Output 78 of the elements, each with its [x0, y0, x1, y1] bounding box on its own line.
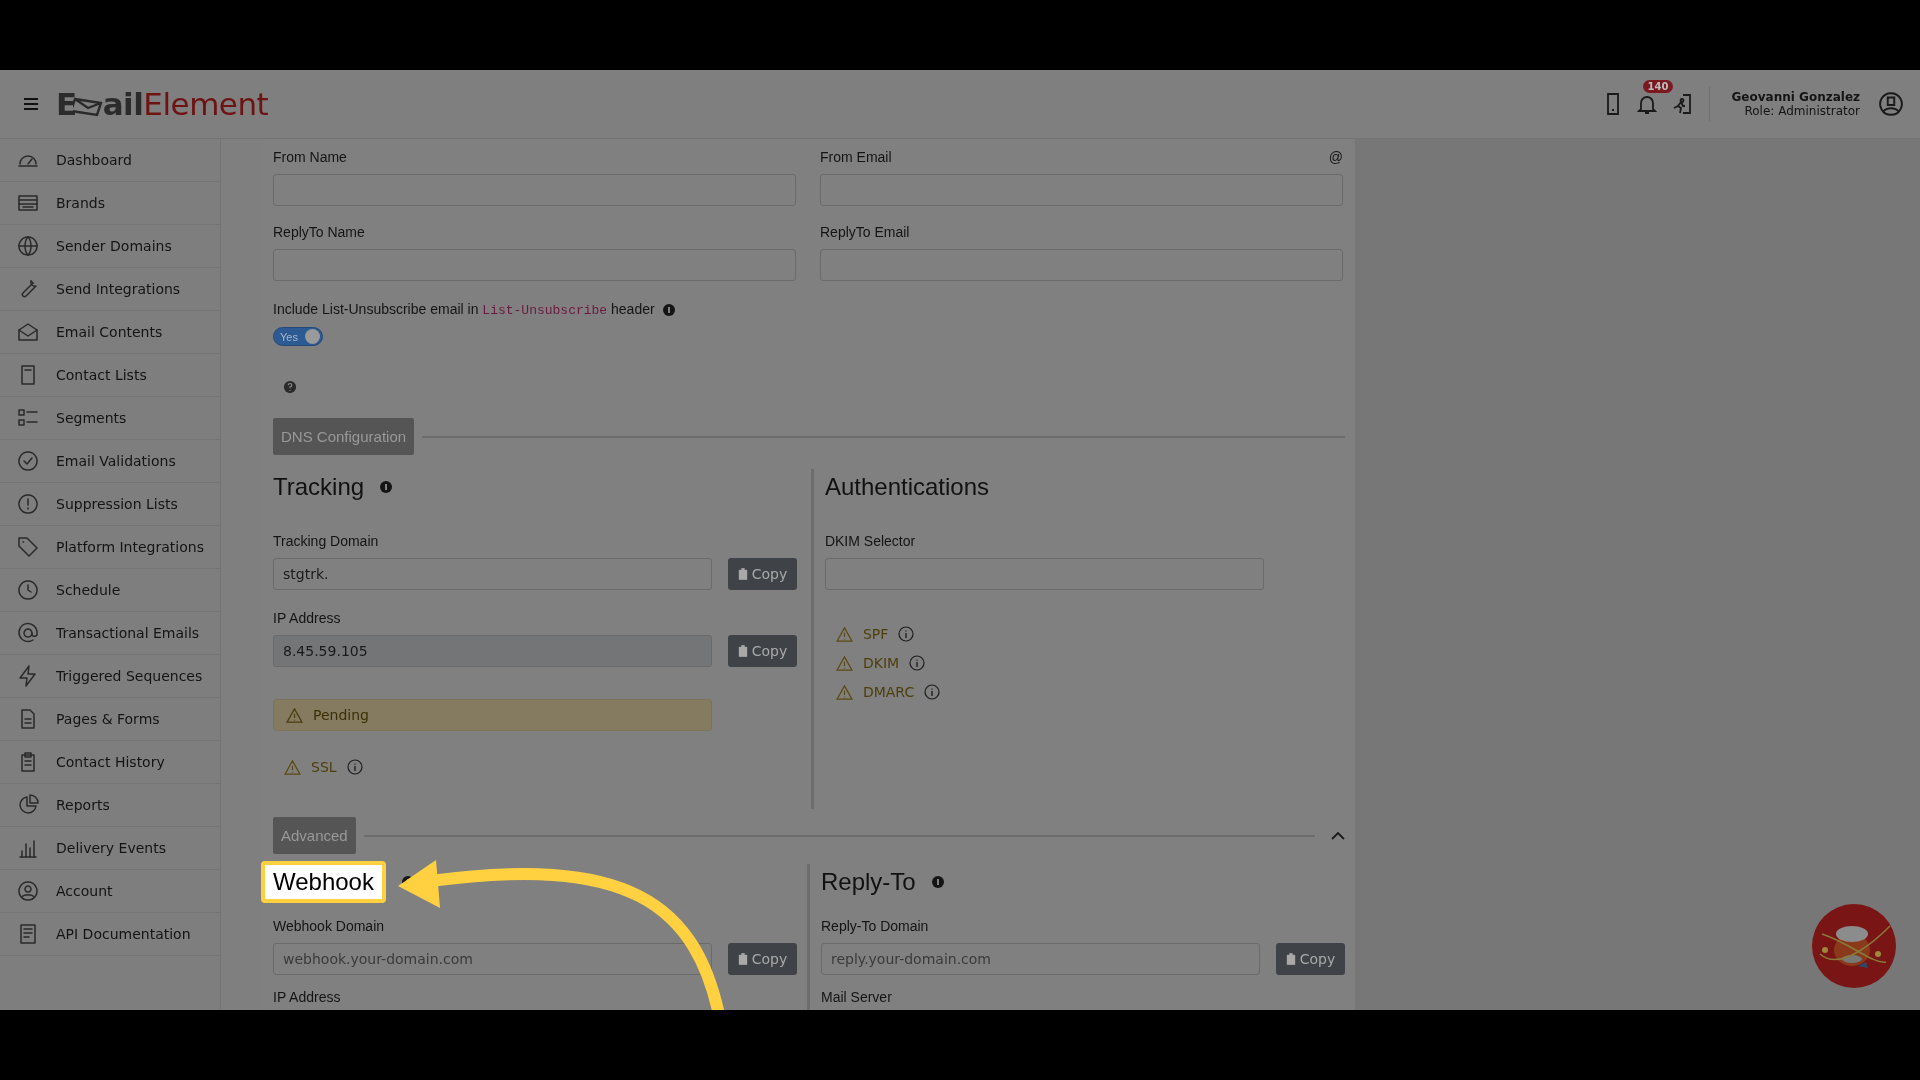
globe-icon	[16, 234, 40, 258]
field-label: Webhook Domain	[273, 918, 386, 934]
copy-button[interactable]: Copy	[728, 558, 797, 590]
sidebar-item[interactable]: Schedule	[0, 569, 220, 612]
warning-icon	[286, 707, 303, 723]
sidebar-item[interactable]: API Documentation	[0, 913, 220, 956]
copy-button[interactable]: Copy	[728, 943, 797, 975]
sidebar-item[interactable]: Send Integrations	[0, 268, 220, 311]
user-name: Geovanni Gonzalez	[1731, 90, 1860, 104]
section-title: Reply-To	[821, 868, 916, 896]
sidebar-item[interactable]: Pages & Forms	[0, 698, 220, 741]
clock-icon	[16, 578, 40, 602]
check-circle-icon	[16, 449, 40, 473]
field-label: Tracking Domain	[273, 533, 380, 549]
warning-icon	[835, 626, 853, 642]
sidebar-item[interactable]: Email Validations	[0, 440, 220, 483]
sidebar-item[interactable]: Triggered Sequences	[0, 655, 220, 698]
exclamation-circle-icon	[16, 492, 40, 516]
check-label: DKIM	[862, 655, 900, 671]
check-label: SSL	[311, 759, 337, 775]
sidebar-item[interactable]: Suppression Lists	[0, 483, 220, 526]
sidebar-item[interactable]: Delivery Events	[0, 827, 220, 870]
field-label: ReplyTo Email	[820, 224, 910, 240]
copy-button[interactable]: Copy	[1276, 943, 1345, 975]
field-label: Reply-To Domain	[821, 918, 930, 934]
tag-icon	[16, 535, 40, 559]
user-role: Role: Administrator	[1744, 104, 1860, 118]
clipboard-icon	[737, 645, 748, 657]
warning-icon	[835, 655, 853, 671]
sidebar-item[interactable]: Account	[0, 870, 220, 913]
sidebar-item[interactable]: Sender Domains	[0, 225, 220, 268]
warning-icon	[835, 684, 853, 700]
field-label: From Name	[273, 149, 347, 165]
status-text: Pending	[313, 707, 369, 723]
caret-icon[interactable]	[1331, 830, 1345, 841]
section-title: Authentications	[824, 473, 990, 501]
text-field[interactable]: reply.your-domain.com	[821, 943, 1260, 975]
toggle-switch[interactable]: Yes	[273, 327, 323, 346]
section-title: Webhook	[261, 861, 386, 903]
field-label: From Email	[820, 149, 892, 165]
menu-icon[interactable]	[24, 98, 38, 110]
section-tag: Advanced	[273, 817, 356, 854]
avatar-icon[interactable]	[1878, 91, 1904, 117]
field-label: DKIM Selector	[824, 533, 917, 549]
sidebar-item[interactable]: Transactional Emails	[0, 612, 220, 655]
clipboard-icon	[1285, 953, 1296, 965]
clipboard-icon	[737, 568, 748, 580]
logo[interactable]: E ailElement	[56, 86, 269, 122]
text-field[interactable]: stgtrk.	[273, 558, 712, 590]
warning-icon	[284, 759, 301, 775]
sidebar-item[interactable]: Platform Integrations	[0, 526, 220, 569]
sidebar-item[interactable]: Brands	[0, 182, 220, 225]
field-label: IP Address	[273, 610, 342, 626]
user-circle-icon	[16, 879, 40, 903]
at-sign-icon	[16, 621, 40, 645]
sidebar-item[interactable]: Reports	[0, 784, 220, 827]
text-field[interactable]: 8.45.59.105	[273, 635, 712, 667]
field-label: IP Address	[273, 989, 342, 1005]
sidebar-item[interactable]: Dashboard	[0, 139, 220, 182]
copy-button[interactable]: Copy	[728, 635, 797, 667]
sidebar-item[interactable]: Contact Lists	[0, 354, 220, 397]
sidebar-item[interactable]: Email Contents	[0, 311, 220, 354]
section-tag: DNS Configuration	[273, 418, 415, 455]
sidebar-item[interactable]: Segments	[0, 397, 220, 440]
field-label: ReplyTo Name	[273, 224, 365, 240]
field-label: Mail Server	[821, 989, 893, 1005]
notification-count: 140	[1642, 80, 1674, 93]
pie-chart-icon	[16, 793, 40, 817]
text-field[interactable]: webhook.your-domain.com	[273, 943, 712, 975]
clipboard-icon	[737, 953, 748, 965]
unsubscribe-label: Include List-Unsubscribe email in List-Unsubscribe header	[273, 301, 655, 318]
section-title: Tracking	[273, 473, 365, 501]
check-label: SPF	[862, 626, 889, 642]
at-hint: @	[1328, 149, 1343, 165]
sidebar-item[interactable]: Contact History	[0, 741, 220, 784]
check-label: DMARC	[862, 684, 915, 700]
envelope-icon	[16, 320, 40, 344]
help-icon[interactable]	[283, 380, 297, 394]
